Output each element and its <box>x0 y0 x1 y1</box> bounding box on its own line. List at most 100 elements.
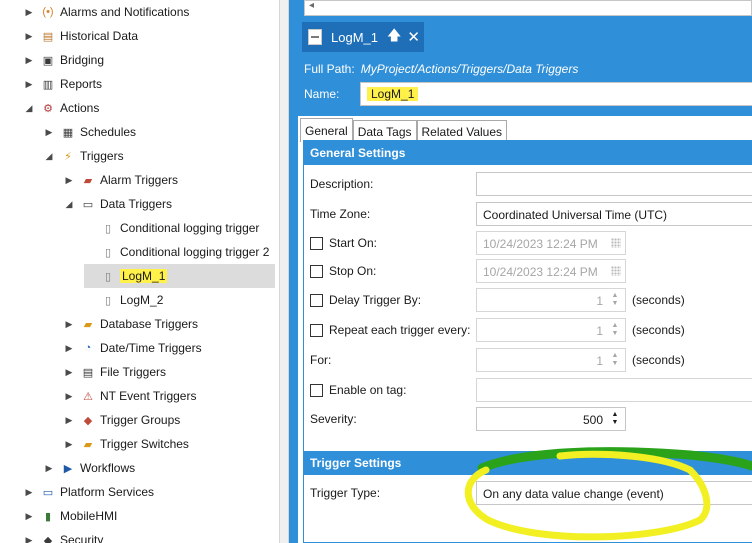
monitor-icon: ▭ <box>42 486 54 499</box>
timezone-label: Time Zone: <box>310 207 371 221</box>
tree-item[interactable]: ▶ ▥ Reports <box>24 72 103 96</box>
repeat-checkbox[interactable] <box>310 323 323 337</box>
document-tab-title: LogM_1 <box>331 29 378 45</box>
tree-item[interactable]: ▶ ▤ File Triggers <box>64 360 167 384</box>
repeat-label: Repeat each trigger every: <box>329 323 471 337</box>
tree-item-label: Data Triggers <box>100 197 173 211</box>
top-scroll-bar[interactable]: ◂ <box>304 0 752 16</box>
repeat-stepper[interactable]: 1 ▲ ▼ <box>476 318 626 342</box>
tree-item[interactable]: ◢ ⚙ Actions <box>24 96 100 120</box>
calendar-icon[interactable] <box>611 266 621 276</box>
expand-arrow-icon[interactable]: ▶ <box>24 528 34 543</box>
tree-item[interactable]: ▶ (•) Alarms and Notifications <box>24 0 190 24</box>
severity-stepper[interactable]: 500 ▲ ▼ <box>476 407 626 431</box>
expand-arrow-icon[interactable]: ▶ <box>64 432 74 456</box>
expand-arrow-icon[interactable]: ▶ <box>24 504 34 528</box>
pane-border <box>289 0 298 543</box>
expand-arrow-icon[interactable]: ▶ <box>24 0 34 24</box>
tree-item[interactable]: ▯ Conditional logging trigger <box>84 216 259 240</box>
tree-item[interactable]: ▶ ⚠ NT Event Triggers <box>64 384 197 408</box>
expand-arrow-icon[interactable]: ▶ <box>64 312 74 336</box>
start-on-label: Start On: <box>329 236 378 250</box>
stop-on-datetime[interactable]: 10/24/2023 12:24 PM <box>476 259 626 283</box>
expand-arrow-icon[interactable]: ▶ <box>24 72 34 96</box>
tree-item[interactable]: ▶ ▦ Schedules <box>44 120 137 144</box>
tree-item[interactable]: ▶ ▣ Bridging <box>24 48 105 72</box>
start-on-datetime[interactable]: 10/24/2023 12:24 PM <box>476 231 626 255</box>
enable-tag-label: Enable on tag: <box>329 383 407 397</box>
expand-arrow-icon[interactable]: ▶ <box>44 456 54 480</box>
tree-item[interactable]: ▶ ▰ Alarm Triggers <box>64 168 179 192</box>
for-stepper[interactable]: 1 ▲ ▼ <box>476 348 626 372</box>
close-icon[interactable]: ✕ <box>407 28 420 46</box>
tree-item[interactable]: ▶ ▰ Trigger Switches <box>64 432 189 456</box>
expand-arrow-icon[interactable]: ▶ <box>64 384 74 408</box>
expand-arrow-icon[interactable]: ▶ <box>64 336 74 360</box>
tree-item[interactable]: ▶ ◆ Security <box>24 528 104 543</box>
spinner-icon[interactable]: ▲ ▼ <box>610 322 620 338</box>
spinner-icon[interactable]: ▲ ▼ <box>610 352 620 368</box>
tree-item[interactable]: ▶ ◆ Trigger Groups <box>64 408 181 432</box>
schedules-icon: ▦ <box>62 126 74 139</box>
document-tab[interactable]: LogM_1 🡅 ✕ <box>302 22 424 52</box>
calendar-icon[interactable] <box>611 238 621 248</box>
delay-label: Delay Trigger By: <box>329 293 422 307</box>
tree-item[interactable]: ▯ LogM_1 <box>84 264 275 288</box>
expand-arrow-icon[interactable]: ▶ <box>64 168 74 192</box>
tree-item-label: Trigger Groups <box>100 413 181 427</box>
tree-item-label: Date/Time Triggers <box>100 341 202 355</box>
expand-arrow-icon[interactable]: ▶ <box>64 360 74 384</box>
tab-data-tags[interactable]: Data Tags <box>352 120 417 142</box>
alarm-trigger-icon: ▰ <box>83 174 93 187</box>
actions-icon: ⚙ <box>43 102 53 115</box>
repeat-row: Repeat each trigger every: <box>310 318 470 342</box>
tab-general[interactable]: General <box>300 118 353 142</box>
collapse-arrow-icon[interactable]: ◢ <box>44 144 54 168</box>
document-icon: ▯ <box>104 246 112 259</box>
collapse-arrow-icon[interactable]: ◢ <box>64 192 74 216</box>
tree-item[interactable]: ▶ ▶ Workflows <box>44 456 136 480</box>
description-input[interactable] <box>476 172 752 196</box>
for-value: 1 <box>596 354 603 368</box>
tree-item[interactable]: ▯ Conditional logging trigger 2 <box>84 240 269 264</box>
timezone-select[interactable]: Coordinated Universal Time (UTC) <box>476 202 752 226</box>
tree-item[interactable]: ◢ ⚡ Triggers <box>44 144 124 168</box>
document-icon: ▯ <box>104 294 112 307</box>
security-icon: ◆ <box>43 534 53 543</box>
enable-tag-input[interactable] <box>476 378 752 402</box>
collapse-arrow-icon[interactable]: ◢ <box>24 96 34 120</box>
enable-tag-checkbox[interactable] <box>310 383 323 397</box>
tree-item-label: Trigger Switches <box>100 437 189 451</box>
trigger-type-select[interactable]: On any data value change (event) <box>476 481 752 505</box>
tree-item[interactable]: ▶ ▮ MobileHMI <box>24 504 118 528</box>
spinner-icon[interactable]: ▲ ▼ <box>610 292 620 308</box>
tree-item[interactable]: ▶ ▰ Database Triggers <box>64 312 199 336</box>
expand-arrow-icon[interactable]: ▶ <box>24 48 34 72</box>
tab-related-values[interactable]: Related Values <box>416 120 508 142</box>
spinner-icon[interactable]: ▲ ▼ <box>610 411 620 427</box>
delay-checkbox[interactable] <box>310 293 323 307</box>
tree-item[interactable]: ▶ ▤ Historical Data <box>24 24 139 48</box>
chevron-left-icon[interactable]: ◂ <box>309 0 314 11</box>
stop-on-checkbox[interactable] <box>310 264 323 278</box>
delay-stepper[interactable]: 1 ▲ ▼ <box>476 288 626 312</box>
for-label: For: <box>310 353 332 367</box>
expand-arrow-icon[interactable]: ▶ <box>24 480 34 504</box>
name-input[interactable]: LogM_1 <box>360 82 752 106</box>
expand-arrow-icon[interactable]: ▶ <box>44 120 54 144</box>
expand-arrow-icon[interactable]: ▶ <box>64 408 74 432</box>
pin-icon[interactable]: 🡅 <box>387 25 401 49</box>
tree-item-label: Reports <box>60 77 103 91</box>
tree-item[interactable]: ▶ ◔ Date/Time Triggers <box>64 336 202 360</box>
tree-item[interactable]: ▯ LogM_2 <box>84 288 163 312</box>
workflow-icon: ▶ <box>63 462 73 475</box>
description-label: Description: <box>310 177 374 191</box>
splitter[interactable] <box>279 0 289 543</box>
stop-on-value: 10/24/2023 12:24 PM <box>483 265 598 279</box>
expand-arrow-icon[interactable]: ▶ <box>24 24 34 48</box>
tree-item[interactable]: ▶ ▭ Platform Services <box>24 480 155 504</box>
start-on-checkbox[interactable] <box>310 236 323 250</box>
tree-item[interactable]: ◢ ▭ Data Triggers <box>64 192 173 216</box>
